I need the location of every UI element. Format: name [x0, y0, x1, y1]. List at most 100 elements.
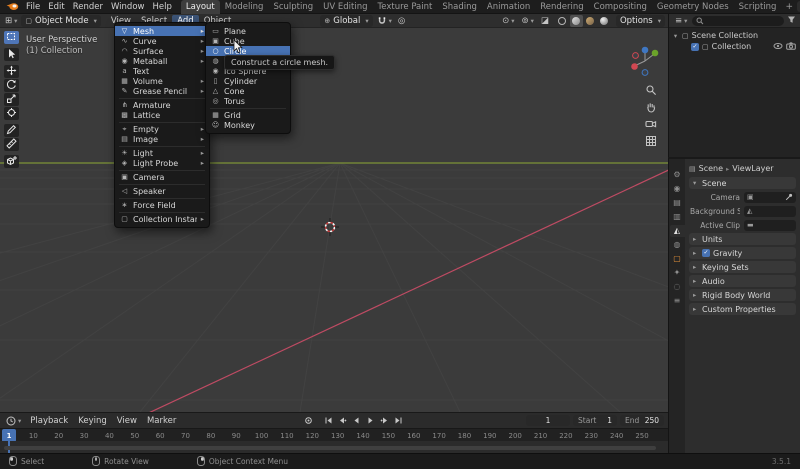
menu-item-text[interactable]: a Text [115, 66, 209, 76]
mode-dropdown[interactable]: ▢ Object Mode ▾ [21, 14, 101, 27]
menu-item-image[interactable]: ▤ Image ▸ [115, 134, 209, 144]
properties-tab-scene[interactable]: ◭ [669, 225, 685, 237]
properties-tab-output[interactable]: ▤ [670, 197, 685, 209]
outliner-row-scene-collection[interactable]: ▾ ▢ Scene Collection [669, 30, 800, 41]
jump-to-end-button[interactable] [392, 415, 405, 427]
workspace-tab-geometry-nodes[interactable]: Geometry Nodes [652, 0, 734, 14]
menu-item-cube[interactable]: ▣Cube [206, 36, 290, 46]
menu-file[interactable]: File [22, 2, 44, 12]
tool-rotate[interactable] [4, 79, 19, 92]
gizmos-dropdown[interactable]: ⊙ ▾ [500, 16, 516, 26]
background-s-field[interactable]: ◭ [744, 205, 796, 217]
gravity-checkbox[interactable]: ✓ [702, 249, 710, 257]
breadcrumb-scene[interactable]: Scene [699, 164, 723, 173]
eye-icon[interactable] [773, 42, 783, 52]
tool-move[interactable] [4, 65, 19, 78]
menu-help[interactable]: Help [148, 2, 175, 12]
previous-keyframe-button[interactable] [336, 415, 349, 427]
properties-tab-constraints[interactable]: ≡ [670, 295, 685, 307]
shading-solid-button[interactable] [569, 14, 583, 27]
current-frame-field[interactable]: 1 [526, 415, 571, 426]
workspace-tab-compositing[interactable]: Compositing [589, 0, 652, 14]
tool-transform[interactable] [4, 107, 19, 120]
section-header-gravity[interactable]: ▸ ✓ Gravity [689, 247, 796, 259]
end-frame-field[interactable]: End 250 [620, 415, 665, 426]
play-reverse-button[interactable] [350, 415, 363, 427]
menu-window[interactable]: Window [107, 2, 149, 12]
workspace-tab-animation[interactable]: Animation [482, 0, 535, 14]
tool-box-select[interactable] [4, 31, 19, 44]
eyedropper-icon[interactable] [785, 193, 793, 201]
menu-item-cylinder[interactable]: ▯ Cylinder [206, 76, 290, 86]
menu-item-cone[interactable]: △ Cone [206, 86, 290, 96]
timeline-menu-keying[interactable]: Keying [73, 414, 112, 428]
toggle-grid-icon[interactable] [645, 135, 657, 147]
section-header-units[interactable]: ▸ Units [689, 233, 796, 245]
menu-item-armature[interactable]: ⋔ Armature [115, 100, 209, 110]
timeline-track[interactable] [0, 441, 668, 453]
workspace-tab-layout[interactable]: Layout [180, 0, 220, 14]
viewport-3d[interactable]: User Perspective (1) Collection [0, 28, 668, 412]
menu-item-force-field[interactable]: ∗ Force Field [115, 200, 209, 210]
menu-render[interactable]: Render [69, 2, 107, 12]
properties-tab-tool[interactable]: ⚙ [670, 169, 685, 181]
menu-item-speaker[interactable]: ◁ Speaker [115, 186, 209, 196]
timeline-menu-playback[interactable]: Playback [25, 414, 73, 428]
workspace-tab-rendering[interactable]: Rendering [535, 0, 588, 14]
timeline-menu-view[interactable]: View [112, 414, 142, 428]
disclosure-triangle-icon[interactable]: ▾ [672, 32, 679, 40]
timeline-scrollbar[interactable] [4, 446, 656, 450]
active-clip-field[interactable]: ▬ [744, 219, 796, 231]
workspace-tab-scripting[interactable]: Scripting [734, 0, 782, 14]
menu-item-surface[interactable]: ◠ Surface ▸ [115, 46, 209, 56]
xray-toggle[interactable]: ◪ [539, 16, 551, 26]
tool-cursor[interactable] [4, 48, 19, 61]
options-dropdown[interactable]: Options ▾ [615, 14, 665, 27]
properties-tab-modifiers[interactable]: ✦ [670, 267, 685, 279]
timeline-menu-marker[interactable]: Marker [142, 414, 181, 428]
menu-edit[interactable]: Edit [44, 2, 68, 12]
add-workspace-button[interactable]: + [781, 2, 797, 12]
overlays-dropdown[interactable]: ⊚ ▾ [520, 16, 536, 26]
menu-item-collection-instance[interactable]: ▢ Collection Instance▸ [115, 214, 209, 224]
filter-funnel-icon[interactable] [787, 15, 796, 27]
jump-to-start-button[interactable] [322, 415, 335, 427]
tool-scale[interactable] [4, 93, 19, 106]
play-button[interactable] [364, 415, 377, 427]
editor-type-dropdown[interactable]: ⊞ ▾ [3, 16, 19, 26]
section-header-custom-properties[interactable]: ▸ Custom Properties [689, 303, 796, 315]
menu-item-light-probe[interactable]: ◈ Light Probe ▸ [115, 158, 209, 168]
camera-icon[interactable] [786, 41, 796, 52]
menu-item-grease-pencil[interactable]: ✎ Grease Pencil ▸ [115, 86, 209, 96]
properties-tab-view-layer[interactable]: ▥ [670, 211, 685, 223]
menu-item-light[interactable]: ☀ Light ▸ [115, 148, 209, 158]
menu-item-torus[interactable]: ◎ Torus [206, 96, 290, 106]
menu-item-plane[interactable]: ▭ Plane [206, 26, 290, 36]
menu-item-volume[interactable]: ▦ Volume ▸ [115, 76, 209, 86]
start-frame-field[interactable]: Start 1 [573, 415, 618, 426]
camera-view-icon[interactable] [645, 118, 657, 130]
tool-measure[interactable] [4, 137, 19, 151]
section-header-audio[interactable]: ▸ Audio [689, 275, 796, 287]
menu-item-empty[interactable]: ⌖ Empty ▸ [115, 124, 209, 134]
menu-item-mesh[interactable]: ▽ Mesh ▸ [115, 26, 209, 36]
section-header-rigid-body-world[interactable]: ▸ Rigid Body World [689, 289, 796, 301]
outliner-editor-dropdown[interactable]: ≡ ▾ [673, 16, 689, 26]
breadcrumb-view-layer[interactable]: ViewLayer [732, 164, 773, 173]
auto-keying-toggle[interactable] [302, 415, 315, 427]
workspace-tab-uv-editing[interactable]: UV Editing [318, 0, 372, 14]
navigation-gizmo[interactable] [628, 44, 662, 78]
snap-dropdown[interactable]: ▾ [375, 16, 394, 26]
properties-tab-render[interactable]: ◉ [670, 183, 685, 195]
tool-annotate[interactable] [4, 124, 19, 137]
timeline-ruler[interactable]: 1 11020304050607080901001101201301401501… [0, 428, 668, 441]
proportional-editing-icon[interactable]: ◎ [396, 16, 407, 26]
menu-item-camera[interactable]: ▣ Camera [115, 172, 209, 182]
properties-tab-object[interactable]: ▢ [670, 253, 685, 265]
tool-add-cube[interactable] [4, 155, 19, 168]
viewport-canvas[interactable] [0, 28, 668, 412]
menu-item-curve[interactable]: ∿ Curve ▸ [115, 36, 209, 46]
pan-hand-icon[interactable] [645, 101, 657, 113]
camera-field[interactable]: ▣ [744, 191, 796, 203]
section-header-keying-sets[interactable]: ▸ Keying Sets [689, 261, 796, 273]
